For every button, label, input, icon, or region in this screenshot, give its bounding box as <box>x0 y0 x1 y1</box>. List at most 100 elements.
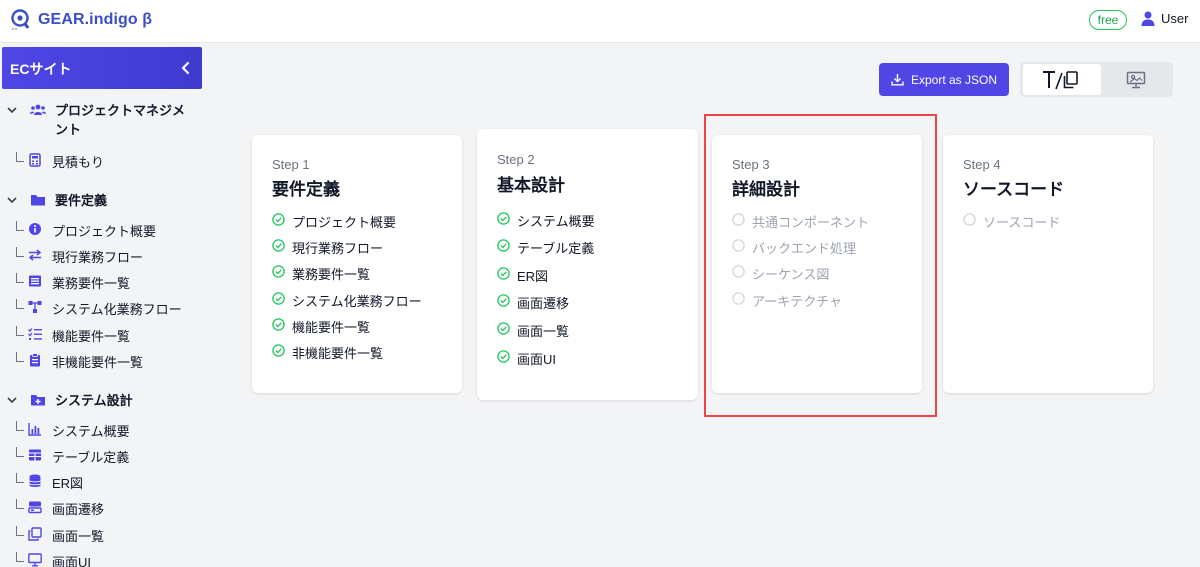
empty-circle-icon <box>732 239 745 252</box>
step-number: Step 4 <box>963 157 1001 172</box>
tree-line <box>16 221 24 231</box>
checklist-item[interactable]: 業務要件一覧 <box>272 262 472 282</box>
empty-circle-icon <box>963 213 976 226</box>
sidebar-group-header[interactable]: 要件定義 <box>0 189 210 213</box>
tree-line <box>16 326 24 336</box>
project-header[interactable]: ECサイト <box>2 47 202 89</box>
export-json-button[interactable]: Export as JSON <box>879 63 1009 96</box>
check-circle-icon <box>272 292 285 305</box>
tree-line <box>16 473 24 483</box>
sidebar-item-er-diagram[interactable]: ER図 <box>0 470 210 494</box>
step-card-1[interactable]: Step 1 要件定義 プロジェクト概要 現行業務フロー 業務要件一覧 システム… <box>252 135 462 393</box>
check-circle-icon <box>497 212 510 225</box>
tree-line <box>16 552 24 562</box>
checklist-item-label: シーケンス図 <box>752 267 830 282</box>
sidebar-item-label: テーブル定義 <box>52 450 130 465</box>
user-icon <box>1141 11 1155 26</box>
checklist-item-label: アーキテクチャ <box>752 294 843 309</box>
checklist-item[interactable]: 画面一覧 <box>497 319 697 339</box>
checklist-item[interactable]: プロジェクト概要 <box>272 210 472 230</box>
sidebar-group-header[interactable]: システム設計 <box>0 389 210 413</box>
empty-circle-icon <box>732 265 745 278</box>
clipboard-icon <box>30 353 40 367</box>
sidebar-item-business-requirements[interactable]: 業務要件一覧 <box>0 270 210 294</box>
download-icon <box>891 74 904 86</box>
checklist-icon <box>28 328 42 340</box>
sidebar-group-label: システム設計 <box>55 393 133 408</box>
screen-icon <box>1126 71 1146 88</box>
export-json-label: Export as JSON <box>910 72 998 87</box>
check-circle-icon <box>272 213 285 226</box>
user-label: User <box>1161 11 1189 26</box>
check-circle-icon <box>497 267 510 280</box>
sidebar-item-current-flow[interactable]: 現行業務フロー <box>0 244 210 268</box>
sidebar-item-screen-ui[interactable]: 画面UI <box>0 549 210 567</box>
sidebar-item-estimate[interactable]: 見積もり <box>0 149 210 173</box>
arrows-icon <box>28 249 42 261</box>
checklist-item[interactable]: アーキテクチャ <box>732 289 932 309</box>
checklist-item[interactable]: ソースコード <box>963 210 1163 230</box>
checklist-item[interactable]: シーケンス図 <box>732 262 932 282</box>
sidebar-item-label: 画面一覧 <box>52 529 105 544</box>
step-card-4[interactable]: Step 4 ソースコード ソースコード <box>943 135 1153 393</box>
sidebar-item-nonfunctional-requirements[interactable]: 非機能要件一覧 <box>0 349 210 373</box>
checklist-item[interactable]: バックエンド処理 <box>732 236 932 256</box>
step-title: 詳細設計 <box>732 180 800 199</box>
list-icon <box>29 275 41 287</box>
checklist-item[interactable]: ER図 <box>497 264 697 284</box>
folder-icon <box>31 195 45 206</box>
checklist-item[interactable]: 機能要件一覧 <box>272 315 472 335</box>
sidebar-item-table-definition[interactable]: テーブル定義 <box>0 444 210 468</box>
checklist-item[interactable]: 画面遷移 <box>497 291 697 311</box>
copy-icon <box>28 527 42 541</box>
sidebar-item-project-overview[interactable]: プロジェクト概要 <box>0 218 210 242</box>
collapse-sidebar-icon[interactable] <box>178 59 194 77</box>
chevron-down-icon <box>7 107 17 114</box>
step-number: Step 2 <box>497 152 535 167</box>
sidebar-item-label: 非機能要件一覧 <box>52 355 144 370</box>
app-logo[interactable]: GEAR.indigo β <box>10 8 152 32</box>
sidebar-item-label: システム概要 <box>52 424 130 439</box>
checklist-item[interactable]: テーブル定義 <box>497 236 697 256</box>
empty-circle-icon <box>732 213 745 226</box>
sidebar-group-requirements: 要件定義 <box>0 189 210 213</box>
plan-badge: free <box>1089 10 1127 30</box>
sidebar-item-functional-requirements[interactable]: 機能要件一覧 <box>0 323 210 347</box>
step-card-3[interactable]: Step 3 詳細設計 共通コンポーネント バックエンド処理 シーケンス図 アー… <box>712 135 922 393</box>
sidebar-item-label: 機能要件一覧 <box>52 329 131 344</box>
tree-line <box>16 352 24 362</box>
checklist-item-label: テーブル定義 <box>517 241 595 256</box>
top-bar: GEAR.indigo β free User <box>0 0 1200 43</box>
checklist-item[interactable]: 共通コンポーネント <box>732 210 932 230</box>
sidebar-item-screen-list[interactable]: 画面一覧 <box>0 523 210 547</box>
step-title: ソースコード <box>963 180 1065 199</box>
folder-plus-icon <box>31 395 45 406</box>
sidebar-group-header[interactable]: プロジェクトマネジメント <box>0 99 210 137</box>
check-circle-icon <box>272 239 285 252</box>
chevron-down-icon <box>7 397 17 404</box>
sidebar-group-label: 要件定義 <box>55 193 108 208</box>
users-icon <box>30 104 46 115</box>
info-icon <box>29 223 41 235</box>
user-menu[interactable]: User <box>1141 11 1188 26</box>
chevron-down-icon <box>7 197 17 204</box>
app-name: GEAR.indigo β <box>38 11 153 28</box>
screen-view-toggle[interactable] <box>1101 64 1171 95</box>
checklist-item[interactable]: システム化業務フロー <box>272 289 472 309</box>
text-copy-icon <box>1043 70 1078 89</box>
checklist-item[interactable]: システム概要 <box>497 209 697 229</box>
sidebar-item-system-flow[interactable]: システム化業務フロー <box>0 296 210 320</box>
check-circle-icon <box>497 239 510 252</box>
view-toggle <box>1020 62 1173 97</box>
step-card-2[interactable]: Step 2 基本設計 システム概要 テーブル定義 ER図 画面遷移 画面一覧 … <box>477 129 698 400</box>
checklist-item-label: ソースコード <box>983 215 1061 230</box>
sidebar-item-screen-transition[interactable]: 画面遷移 <box>0 496 210 520</box>
checklist-item[interactable]: 画面UI <box>497 347 697 367</box>
checklist-item[interactable]: 非機能要件一覧 <box>272 341 472 361</box>
checklist-item-label: 非機能要件一覧 <box>292 346 384 361</box>
text-view-toggle[interactable] <box>1023 64 1101 95</box>
checklist-item-label: システム概要 <box>517 214 595 229</box>
sidebar-item-system-overview[interactable]: システム概要 <box>0 418 210 442</box>
sidebar-group-project-management: プロジェクトマネジメント <box>0 99 210 137</box>
checklist-item[interactable]: 現行業務フロー <box>272 236 472 256</box>
